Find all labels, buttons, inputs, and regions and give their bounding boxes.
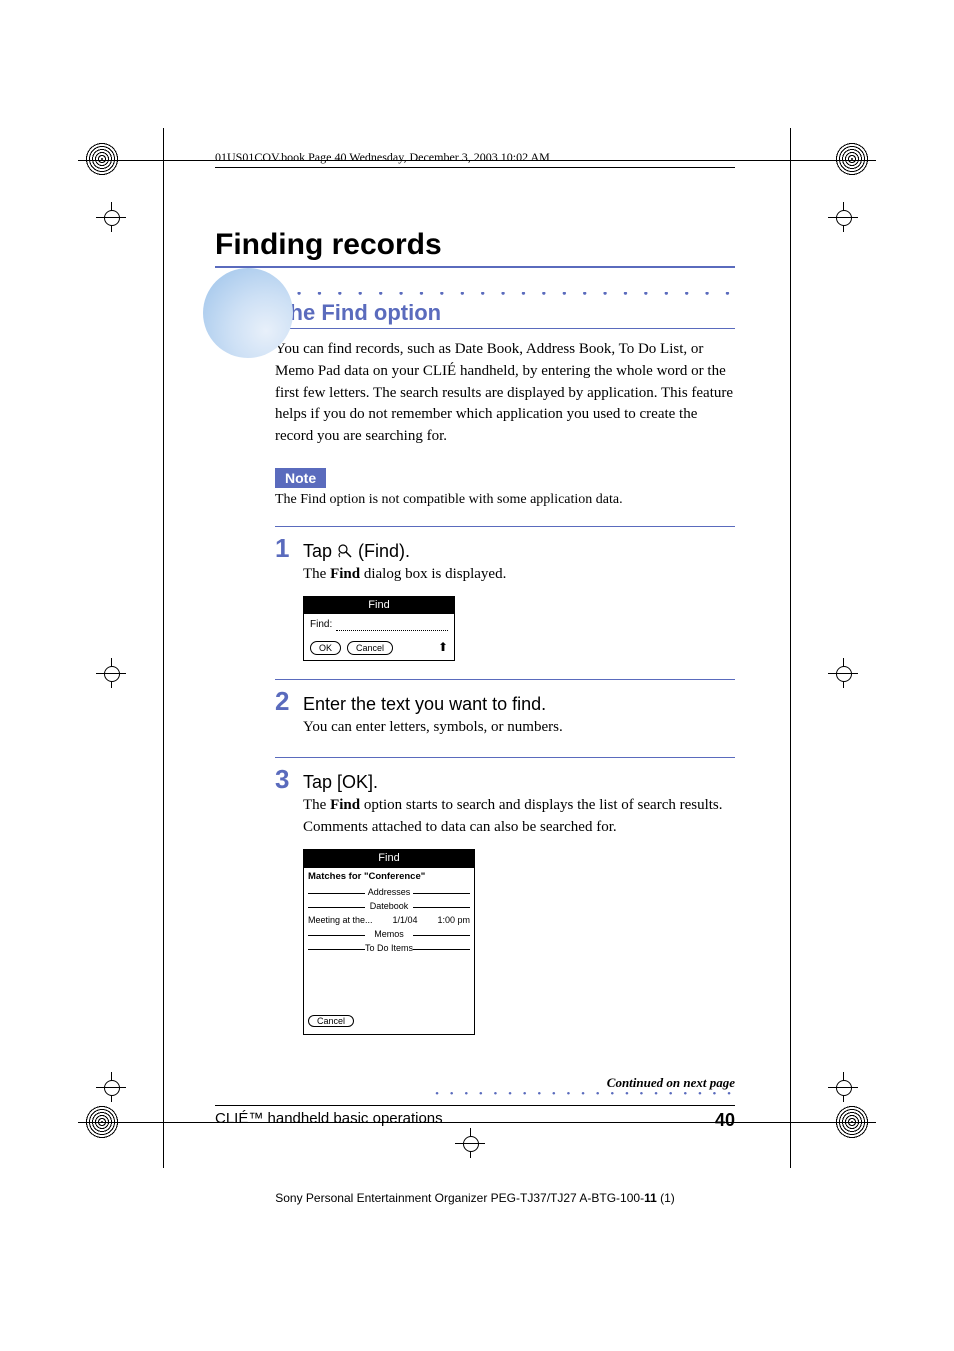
- footer-text-bold: 11: [644, 1191, 657, 1205]
- text: option starts to search and displays the…: [303, 797, 723, 835]
- step-2: 2 Enter the text you want to find.: [275, 679, 735, 717]
- page-footer: CLIÉ™ handheld basic operations 40: [215, 1105, 735, 1131]
- dialog-title: Find: [304, 850, 474, 868]
- step-number: 3: [275, 764, 303, 795]
- find-input-line: [336, 620, 448, 631]
- step-title: Tap (Find).: [303, 541, 410, 562]
- page-number: 40: [715, 1110, 735, 1131]
- step-body: You can enter letters, symbols, or numbe…: [303, 717, 735, 739]
- matches-heading: Matches for "Conference": [304, 868, 474, 886]
- registration-mark: [828, 658, 858, 688]
- registration-mark: [96, 1072, 126, 1102]
- text: dialog box is displayed.: [360, 566, 506, 582]
- text-bold: Find: [330, 797, 360, 813]
- cancel-button: Cancel: [347, 641, 393, 655]
- find-icon: [337, 543, 353, 559]
- footer-text: Sony Personal Entertainment Organizer PE…: [275, 1191, 644, 1205]
- intro-paragraph: You can find records, such as Date Book,…: [275, 339, 735, 448]
- find-results-screenshot: Find Matches for "Conference" Addresses …: [303, 849, 475, 1036]
- footer-text: (1): [657, 1191, 675, 1205]
- crop-line: [163, 128, 164, 1168]
- result-section: Addresses: [308, 886, 470, 899]
- dialog-title: Find: [304, 597, 454, 615]
- registration-mark: [96, 658, 126, 688]
- step-number: 2: [275, 686, 303, 717]
- registration-mark: [96, 202, 126, 232]
- step-body: The Find dialog box is displayed. Find F…: [303, 564, 735, 662]
- footer-text: CLIÉ™ handheld basic operations: [215, 1110, 443, 1131]
- find-dialog-screenshot: Find Find: OK Cancel ⬆: [303, 596, 455, 662]
- decorative-dots: • • • • • • • • • • • • • • • • • • • • …: [215, 292, 735, 300]
- ok-button: OK: [310, 641, 341, 655]
- find-label: Find:: [310, 618, 332, 633]
- page-title: Finding records: [215, 228, 735, 268]
- result-section: To Do Items: [308, 942, 470, 955]
- decorative-dots: • • • • • • • • • • • • • • • • • • • • …: [215, 1091, 735, 1097]
- crop-ornament: [85, 142, 119, 176]
- crop-line: [790, 128, 791, 1168]
- step-title-text: Tap: [303, 541, 337, 561]
- registration-mark: [828, 1072, 858, 1102]
- result-cell: Meeting at the...: [308, 914, 373, 927]
- decorative-circle: [203, 268, 293, 358]
- imprint-footer: Sony Personal Entertainment Organizer PE…: [215, 1191, 735, 1205]
- cancel-button: Cancel: [308, 1015, 354, 1027]
- step-3: 3 Tap [OK].: [275, 757, 735, 795]
- step-title-text: (Find).: [358, 541, 410, 561]
- text-bold: Find: [330, 566, 360, 582]
- note-label: Note: [275, 468, 326, 488]
- result-section: Memos: [308, 928, 470, 941]
- result-cell: 1/1/04: [392, 914, 417, 927]
- note-text: The Find option is not compatible with s…: [275, 492, 735, 508]
- step-1: 1 Tap (Find).: [275, 526, 735, 564]
- result-row: Meeting at the... 1/1/04 1:00 pm: [304, 914, 474, 927]
- continued-note: Continued on next page • • • • • • • • •…: [215, 1075, 735, 1097]
- step-title: Enter the text you want to find.: [303, 694, 546, 715]
- crop-ornament: [835, 142, 869, 176]
- book-header-line: 01US01COV.book Page 40 Wednesday, Decemb…: [215, 150, 735, 168]
- step-number: 1: [275, 533, 303, 564]
- registration-mark: [828, 202, 858, 232]
- text: The: [303, 566, 330, 582]
- step-title: Tap [OK].: [303, 772, 378, 793]
- result-section: Datebook: [308, 900, 470, 913]
- text: The: [303, 797, 330, 813]
- result-cell: 1:00 pm: [437, 914, 470, 927]
- arrow-up-icon: ⬆: [438, 639, 448, 656]
- step-body: The Find option starts to search and dis…: [303, 795, 735, 1035]
- section-heading: Using the Find option: [215, 300, 735, 329]
